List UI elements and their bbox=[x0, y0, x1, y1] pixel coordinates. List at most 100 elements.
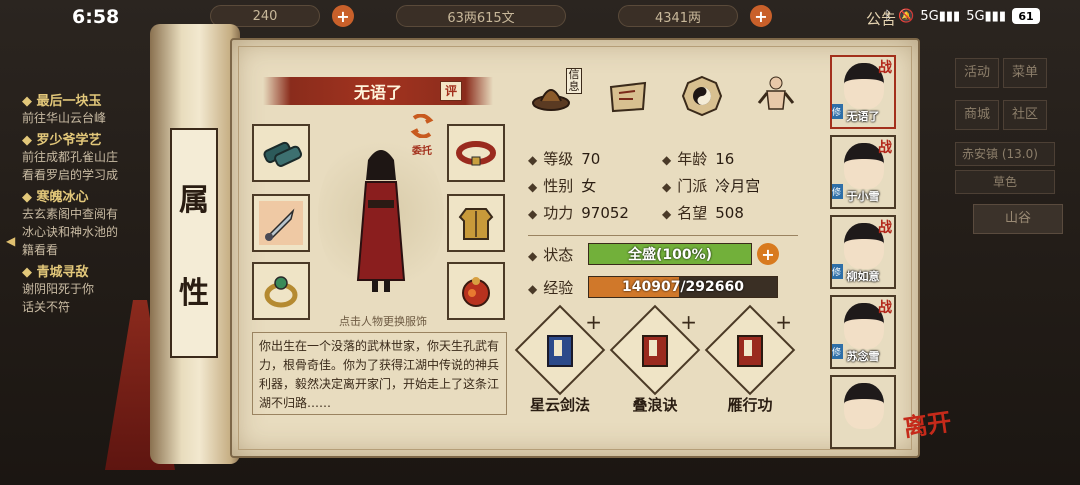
add-ingot-button[interactable]: + bbox=[750, 5, 772, 27]
exp-label: 经验 bbox=[543, 279, 574, 297]
gloves-slot[interactable] bbox=[252, 124, 310, 182]
exp-stat: ◆ 经验 bbox=[528, 277, 573, 298]
ingot-value: 4341两 bbox=[654, 10, 702, 26]
exp-bar: 140907/292660 bbox=[588, 276, 778, 298]
roster-member[interactable]: 战修苏念雪 bbox=[830, 295, 896, 369]
tab-map[interactable] bbox=[602, 70, 654, 122]
sect-value: 冷月宫 bbox=[715, 177, 761, 195]
ingot-counter: 4341两 bbox=[618, 5, 738, 27]
collapse-arrow-icon[interactable]: ◀ bbox=[6, 234, 15, 248]
character-name: 无语了 bbox=[353, 83, 402, 102]
roster-member-name: 柳如意 bbox=[846, 270, 880, 283]
accessory-slot[interactable] bbox=[447, 262, 505, 320]
community-button[interactable]: 社区 bbox=[1003, 100, 1047, 130]
money-value: 63两615文 bbox=[447, 10, 515, 26]
exp-bar-text: 140907/292660 bbox=[621, 279, 744, 295]
ring-slot[interactable] bbox=[252, 262, 310, 320]
right-panel: 活动 菜单 商城 社区 赤安镇 (13.0) 草色 山谷 bbox=[955, 58, 1065, 234]
tab-info-label: 信息 bbox=[566, 68, 582, 94]
pouch-icon bbox=[462, 277, 490, 307]
map-scroll-icon bbox=[609, 81, 647, 113]
fame-label: 名望 bbox=[677, 204, 708, 222]
state-bar: 全盛(100%) bbox=[588, 243, 752, 265]
scroll-title: 属 性 bbox=[170, 128, 218, 358]
roster-member[interactable]: 战修柳如意 bbox=[830, 215, 896, 289]
diamond-icon: ◆ bbox=[528, 180, 538, 194]
gender-stat: ◆ 性别女 bbox=[528, 175, 596, 196]
skill-2-plus-icon[interactable]: + bbox=[680, 310, 697, 334]
belt-slot[interactable] bbox=[447, 124, 505, 182]
skill-1[interactable]: 星云剑法 + bbox=[514, 304, 606, 415]
roster-member[interactable]: 战修于小雪 bbox=[830, 135, 896, 209]
state-bar-text: 全盛(100%) bbox=[627, 247, 713, 263]
leave-button[interactable]: 离开 bbox=[901, 402, 953, 443]
age-label: 年龄 bbox=[677, 150, 708, 168]
skill-1-name: 星云剑法 bbox=[529, 396, 590, 414]
roster-member-name: 于小雪 bbox=[846, 190, 880, 203]
fight-badge: 战 bbox=[878, 300, 892, 316]
review-badge[interactable]: 评 bbox=[440, 81, 462, 101]
location-name: 赤安镇 bbox=[962, 147, 999, 161]
skill-2[interactable]: 叠浪诀 + bbox=[609, 304, 701, 415]
diamond-icon: ◆ bbox=[528, 153, 538, 167]
scroll-title-char-2: 性 bbox=[179, 275, 209, 311]
diamond-icon: ◆ bbox=[662, 180, 672, 194]
tab-bagua[interactable] bbox=[676, 70, 728, 122]
entrust-label: 委托 bbox=[412, 146, 432, 157]
clock: 6:58 bbox=[72, 6, 120, 28]
skill-3-plus-icon[interactable]: + bbox=[775, 310, 792, 334]
money-counter: 63两615文 bbox=[396, 5, 566, 27]
belt-icon bbox=[456, 141, 496, 166]
tab-meridian[interactable] bbox=[750, 70, 802, 122]
skill-2-name: 叠浪诀 bbox=[632, 396, 678, 414]
ring-icon bbox=[264, 276, 298, 308]
diamond-icon: ◆ bbox=[528, 249, 538, 263]
diamond-icon: ◆ bbox=[662, 207, 672, 221]
roster-member[interactable] bbox=[830, 375, 896, 449]
stats-divider bbox=[528, 235, 798, 236]
mute-icon: 🔕 bbox=[898, 8, 915, 24]
menu-button[interactable]: 菜单 bbox=[1003, 58, 1047, 88]
fight-badge: 战 bbox=[878, 140, 892, 156]
fame-value: 508 bbox=[715, 204, 744, 222]
level-stat: ◆ 等级 70 bbox=[528, 148, 600, 169]
skill-1-plus-icon[interactable]: + bbox=[585, 310, 602, 334]
diamond-icon: ◆ bbox=[662, 153, 672, 167]
power-value: 97052 bbox=[581, 204, 629, 222]
gender-label: 性别 bbox=[543, 177, 574, 195]
announcement-button[interactable]: 公告 bbox=[866, 8, 896, 29]
entrust-icon bbox=[410, 113, 434, 139]
area-button[interactable]: 山谷 bbox=[973, 204, 1063, 234]
battery-icon: 61 bbox=[1012, 8, 1040, 24]
entrust-button[interactable]: 委托 bbox=[406, 113, 438, 157]
activity-button[interactable]: 活动 bbox=[955, 58, 999, 88]
weapon-slot[interactable] bbox=[252, 194, 310, 252]
signal-icon-2: 5G▮▮▮ bbox=[966, 8, 1006, 24]
terrain-tag: 草色 bbox=[955, 170, 1055, 194]
sect-stat: ◆ 门派 冷月宫 bbox=[662, 175, 760, 196]
scroll-title-char-1: 属 bbox=[179, 182, 209, 218]
add-stamina-button[interactable]: + bbox=[332, 5, 354, 27]
dagger-icon bbox=[259, 201, 303, 245]
power-stat: ◆ 功力 97052 bbox=[528, 202, 629, 223]
skill-3[interactable]: 雁行功 + bbox=[704, 304, 796, 415]
shop-button[interactable]: 商城 bbox=[955, 100, 999, 130]
signal-icon: 5G▮▮▮ bbox=[920, 8, 961, 24]
roster-member-name: 无语了 bbox=[846, 110, 880, 123]
diamond-icon: ◆ bbox=[528, 282, 538, 296]
system-icons: ᛒ 🔕 5G▮▮▮ 5G▮▮▮ 61 bbox=[884, 8, 1040, 24]
fight-badge: 战 bbox=[878, 60, 892, 76]
character-bio: 你出生在一个没落的武林世家，你天生孔武有力，根骨奇佳。你为了获得江湖中传说的神兵… bbox=[252, 332, 507, 415]
fight-badge: 战 bbox=[878, 220, 892, 236]
level-value: 70 bbox=[581, 150, 601, 168]
roster-member[interactable]: 战修无语了 bbox=[830, 55, 896, 129]
armor-icon bbox=[458, 208, 494, 240]
location-code: (13.0) bbox=[1001, 147, 1038, 161]
bagua-icon bbox=[681, 75, 723, 117]
armor-slot[interactable] bbox=[447, 194, 505, 252]
body-meridian-icon bbox=[757, 76, 795, 110]
restore-state-button[interactable]: + bbox=[757, 243, 779, 265]
team-roster: 战修无语了战修于小雪战修柳如意战修苏念雪 bbox=[830, 55, 898, 455]
roster-member-name: 苏念雪 bbox=[846, 350, 880, 363]
level-label: 等级 bbox=[543, 150, 574, 168]
